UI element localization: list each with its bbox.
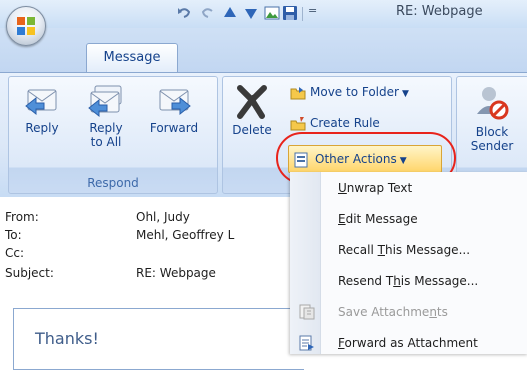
- from-value[interactable]: Ohl, Judy: [136, 210, 190, 224]
- block-sender-icon: [477, 87, 509, 120]
- cc-label: Cc:: [5, 246, 25, 260]
- create-rule-label: Create Rule: [310, 116, 380, 130]
- forward-button[interactable]: Forward: [144, 82, 204, 135]
- customize-qat-button[interactable]: =: [308, 4, 317, 17]
- menu-item-recall-message[interactable]: Recall This Message...: [338, 243, 470, 257]
- previous-item-icon[interactable]: [222, 5, 238, 21]
- tab-row: [0, 28, 527, 74]
- next-item-icon[interactable]: [243, 5, 259, 21]
- reply-all-label-line2: to All: [90, 135, 122, 149]
- forward-icon: [159, 89, 191, 116]
- move-to-folder-label: Move to Folder: [310, 85, 399, 99]
- reply-icon: [25, 89, 57, 116]
- save-icon[interactable]: [282, 5, 298, 21]
- respond-group-label: Respond: [87, 176, 139, 190]
- tab-message[interactable]: Message: [86, 43, 178, 72]
- block-sender-label-line1: Block: [475, 125, 509, 139]
- reply-all-label-line1: Reply: [89, 121, 123, 135]
- subject-value: RE: Webpage: [136, 266, 216, 280]
- reply-label: Reply: [25, 121, 59, 135]
- subject-label: Subject:: [5, 266, 54, 280]
- move-to-folder-icon: [290, 86, 306, 99]
- block-sender-label-line2: Sender: [470, 139, 514, 153]
- delete-button[interactable]: Delete: [226, 82, 278, 137]
- to-label: To:: [5, 228, 22, 242]
- to-value[interactable]: Mehl, Geoffrey L: [136, 228, 234, 242]
- from-label: From:: [5, 210, 39, 224]
- reply-all-icon: [88, 85, 122, 118]
- redo-icon[interactable]: [200, 5, 216, 21]
- window-title: RE: Webpage: [396, 4, 483, 19]
- delete-icon: [237, 85, 267, 119]
- move-to-folder-button[interactable]: Move to Folder ▼: [290, 82, 409, 102]
- delete-label: Delete: [232, 123, 272, 137]
- office-logo-icon: [17, 17, 35, 35]
- block-sender-button[interactable]: Block Sender: [460, 82, 524, 153]
- office-button[interactable]: [6, 6, 46, 46]
- menu-item-resend-message[interactable]: Resend This Message...: [338, 274, 478, 288]
- menu-item-forward-as-attachment[interactable]: Forward as Attachment: [338, 336, 478, 350]
- menu-item-unwrap-text[interactable]: Unwrap Text: [338, 181, 412, 195]
- menu-icon-gutter: [290, 172, 321, 354]
- reply-all-button[interactable]: Reply to All: [80, 82, 132, 149]
- forward-label: Forward: [149, 121, 199, 135]
- reply-button[interactable]: Reply: [16, 82, 68, 135]
- image-icon[interactable]: [264, 5, 280, 21]
- forward-as-attachment-icon: [299, 335, 314, 351]
- undo-icon[interactable]: [176, 5, 192, 21]
- qat-separator: [302, 7, 303, 21]
- message-body-text: Thanks!: [35, 329, 99, 348]
- move-to-folder-arrow-icon: ▼: [401, 89, 409, 99]
- other-actions-menu: [290, 172, 527, 354]
- create-rule-button[interactable]: Create Rule: [290, 113, 380, 133]
- menu-item-save-attachments: Save Attachments: [338, 305, 448, 319]
- create-rule-icon: [290, 116, 306, 130]
- save-attachments-icon: [299, 304, 315, 320]
- menu-item-edit-message[interactable]: Edit Message: [338, 212, 418, 226]
